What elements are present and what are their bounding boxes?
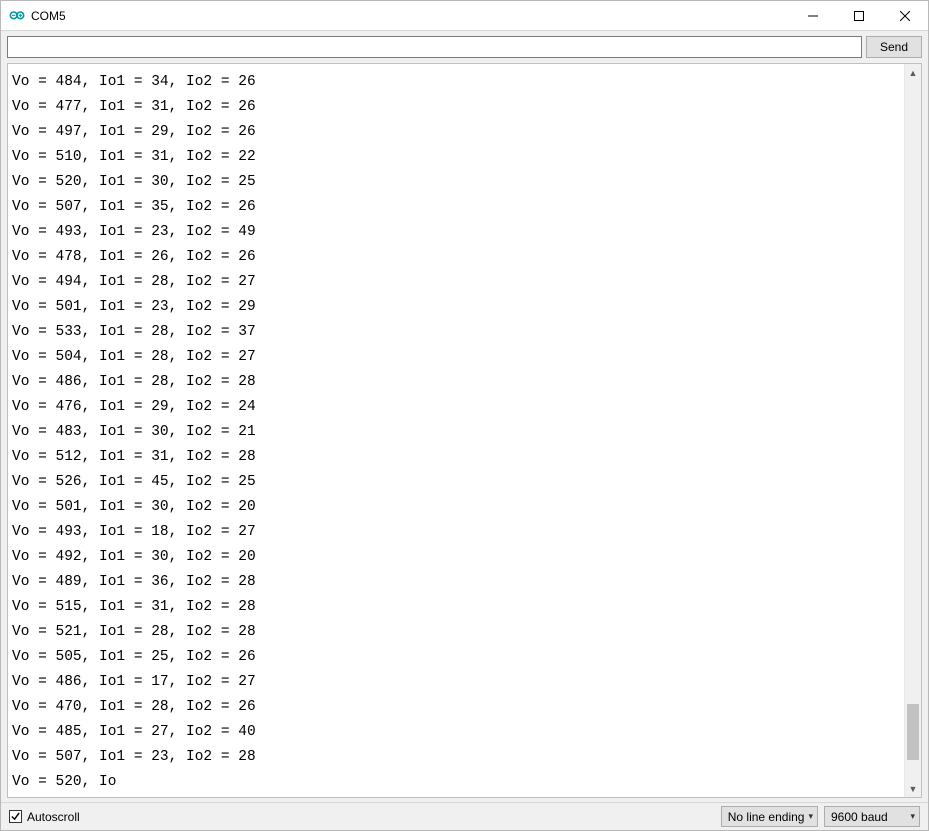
serial-line: Vo = 520, Io1 = 30, Io2 = 25 [12, 170, 900, 195]
serial-line: Vo = 520, Io1 = 28, Io2 = 20 [12, 64, 256, 70]
scrollbar[interactable]: ▲ ▼ [904, 64, 921, 797]
serial-line: Vo = 493, Io1 = 23, Io2 = 49 [12, 220, 900, 245]
serial-line: Vo = 486, Io1 = 28, Io2 = 28 [12, 370, 900, 395]
serial-line: Vo = 533, Io1 = 28, Io2 = 37 [12, 320, 900, 345]
serial-line: Vo = 484, Io1 = 34, Io2 = 26 [12, 70, 900, 95]
serial-line: Vo = 489, Io1 = 36, Io2 = 28 [12, 570, 900, 595]
serial-line: Vo = 520, Io [12, 770, 900, 795]
close-button[interactable] [882, 1, 928, 30]
autoscroll-label: Autoscroll [27, 810, 80, 824]
output-panel: Vo = 520, Io1 = 28, Io2 = 20Vo = 484, Io… [7, 63, 922, 798]
autoscroll-checkbox[interactable]: Autoscroll [9, 810, 80, 824]
window-title: COM5 [31, 9, 790, 23]
serial-line: Vo = 521, Io1 = 28, Io2 = 28 [12, 620, 900, 645]
window-controls [790, 1, 928, 30]
checkbox-box [9, 810, 22, 823]
serial-line: Vo = 476, Io1 = 29, Io2 = 24 [12, 395, 900, 420]
serial-input[interactable] [7, 36, 862, 58]
serial-line: Vo = 526, Io1 = 45, Io2 = 25 [12, 470, 900, 495]
serial-line: Vo = 505, Io1 = 25, Io2 = 26 [12, 645, 900, 670]
titlebar: COM5 [1, 1, 928, 31]
serial-line: Vo = 507, Io1 = 35, Io2 = 26 [12, 195, 900, 220]
serial-output[interactable]: Vo = 520, Io1 = 28, Io2 = 20Vo = 484, Io… [8, 64, 904, 797]
baud-select[interactable]: 9600 baud ▾ [824, 806, 920, 827]
scroll-up-icon[interactable]: ▲ [905, 64, 921, 81]
serial-line: Vo = 492, Io1 = 30, Io2 = 20 [12, 545, 900, 570]
serial-line: Vo = 486, Io1 = 17, Io2 = 27 [12, 670, 900, 695]
scroll-down-icon[interactable]: ▼ [905, 780, 921, 797]
arduino-icon [9, 8, 25, 24]
serial-line: Vo = 507, Io1 = 23, Io2 = 28 [12, 745, 900, 770]
serial-line: Vo = 493, Io1 = 18, Io2 = 27 [12, 520, 900, 545]
bottom-toolbar: Autoscroll No line ending ▾ 9600 baud ▾ [1, 802, 928, 830]
scroll-thumb[interactable] [907, 704, 919, 760]
maximize-button[interactable] [836, 1, 882, 30]
serial-line: Vo = 494, Io1 = 28, Io2 = 27 [12, 270, 900, 295]
serial-line: Vo = 497, Io1 = 29, Io2 = 26 [12, 120, 900, 145]
serial-line: Vo = 483, Io1 = 30, Io2 = 21 [12, 420, 900, 445]
serial-line: Vo = 501, Io1 = 23, Io2 = 29 [12, 295, 900, 320]
serial-line: Vo = 510, Io1 = 31, Io2 = 22 [12, 145, 900, 170]
serial-line: Vo = 470, Io1 = 28, Io2 = 26 [12, 695, 900, 720]
serial-line: Vo = 512, Io1 = 31, Io2 = 28 [12, 445, 900, 470]
minimize-button[interactable] [790, 1, 836, 30]
serial-monitor-window: COM5 Send Vo = 520, Io1 = 28, Io2 = 20Vo… [0, 0, 929, 831]
serial-line: Vo = 501, Io1 = 30, Io2 = 20 [12, 495, 900, 520]
send-row: Send [1, 31, 928, 63]
chevron-down-icon: ▾ [910, 811, 915, 822]
serial-line: Vo = 485, Io1 = 27, Io2 = 40 [12, 720, 900, 745]
chevron-down-icon: ▾ [808, 811, 813, 822]
line-ending-select[interactable]: No line ending ▾ [721, 806, 818, 827]
serial-line: Vo = 515, Io1 = 31, Io2 = 28 [12, 595, 900, 620]
serial-line: Vo = 477, Io1 = 31, Io2 = 26 [12, 95, 900, 120]
send-button[interactable]: Send [866, 36, 922, 58]
serial-line: Vo = 478, Io1 = 26, Io2 = 26 [12, 245, 900, 270]
baud-value: 9600 baud [831, 810, 888, 824]
serial-line: Vo = 504, Io1 = 28, Io2 = 27 [12, 345, 900, 370]
line-ending-value: No line ending [728, 810, 805, 824]
